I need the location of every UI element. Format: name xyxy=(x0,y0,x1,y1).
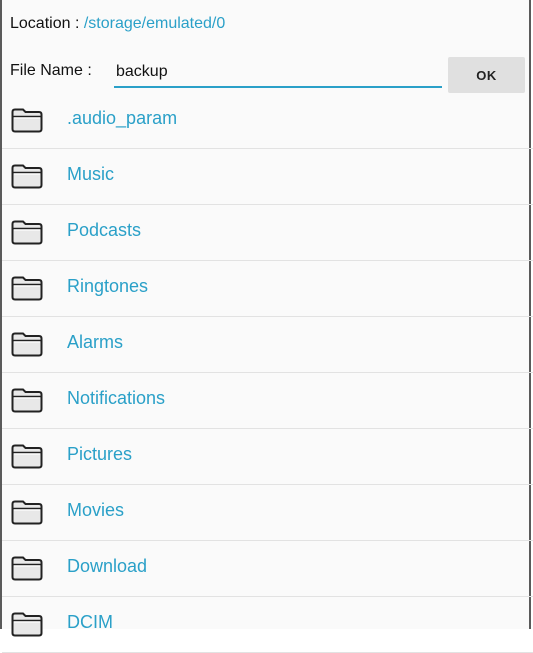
ok-button[interactable]: OK xyxy=(448,57,525,93)
folder-name: Pictures xyxy=(67,444,133,464)
folder-icon xyxy=(11,332,43,357)
folder-name: Music xyxy=(67,164,115,184)
folder-icon xyxy=(11,388,43,413)
file-name-row: File Name : xyxy=(10,58,442,88)
folder-name: Alarms xyxy=(67,332,124,352)
folder-icon xyxy=(11,220,43,245)
folder-icon xyxy=(11,444,43,469)
folder-icon xyxy=(11,556,43,581)
folder-name: Podcasts xyxy=(67,220,142,240)
folder-row[interactable]: Notifications xyxy=(2,373,533,429)
folder-name: Ringtones xyxy=(67,276,149,296)
folder-icon xyxy=(11,612,43,637)
file-name-label: File Name : xyxy=(10,62,92,79)
folder-row[interactable]: Download xyxy=(2,541,533,597)
folder-name: Download xyxy=(67,556,148,576)
location-line: Location : /storage/emulated/0 xyxy=(10,15,225,33)
folder-row[interactable]: DCIM xyxy=(2,597,533,653)
folder-icon xyxy=(11,164,43,189)
folder-name: Notifications xyxy=(67,388,166,408)
folder-row[interactable]: Ringtones xyxy=(2,261,533,317)
folder-list[interactable]: .audio_param Music Podcasts Ringtones Al… xyxy=(2,93,533,653)
folder-row[interactable]: .audio_param xyxy=(2,93,533,149)
folder-icon xyxy=(11,276,43,301)
folder-name: Movies xyxy=(67,500,125,520)
folder-name: .audio_param xyxy=(67,108,178,128)
location-label: Location : xyxy=(10,15,84,32)
folder-name: DCIM xyxy=(67,612,113,632)
folder-icon xyxy=(11,108,43,133)
folder-row[interactable]: Music xyxy=(2,149,533,205)
folder-row[interactable]: Alarms xyxy=(2,317,533,373)
folder-row[interactable]: Podcasts xyxy=(2,205,533,261)
location-path[interactable]: /storage/emulated/0 xyxy=(84,15,225,32)
file-name-input[interactable] xyxy=(114,58,442,88)
folder-row[interactable]: Movies xyxy=(2,485,533,541)
folder-icon xyxy=(11,500,43,525)
file-save-dialog: Location : /storage/emulated/0 File Name… xyxy=(0,0,533,653)
folder-row[interactable]: Pictures xyxy=(2,429,533,485)
